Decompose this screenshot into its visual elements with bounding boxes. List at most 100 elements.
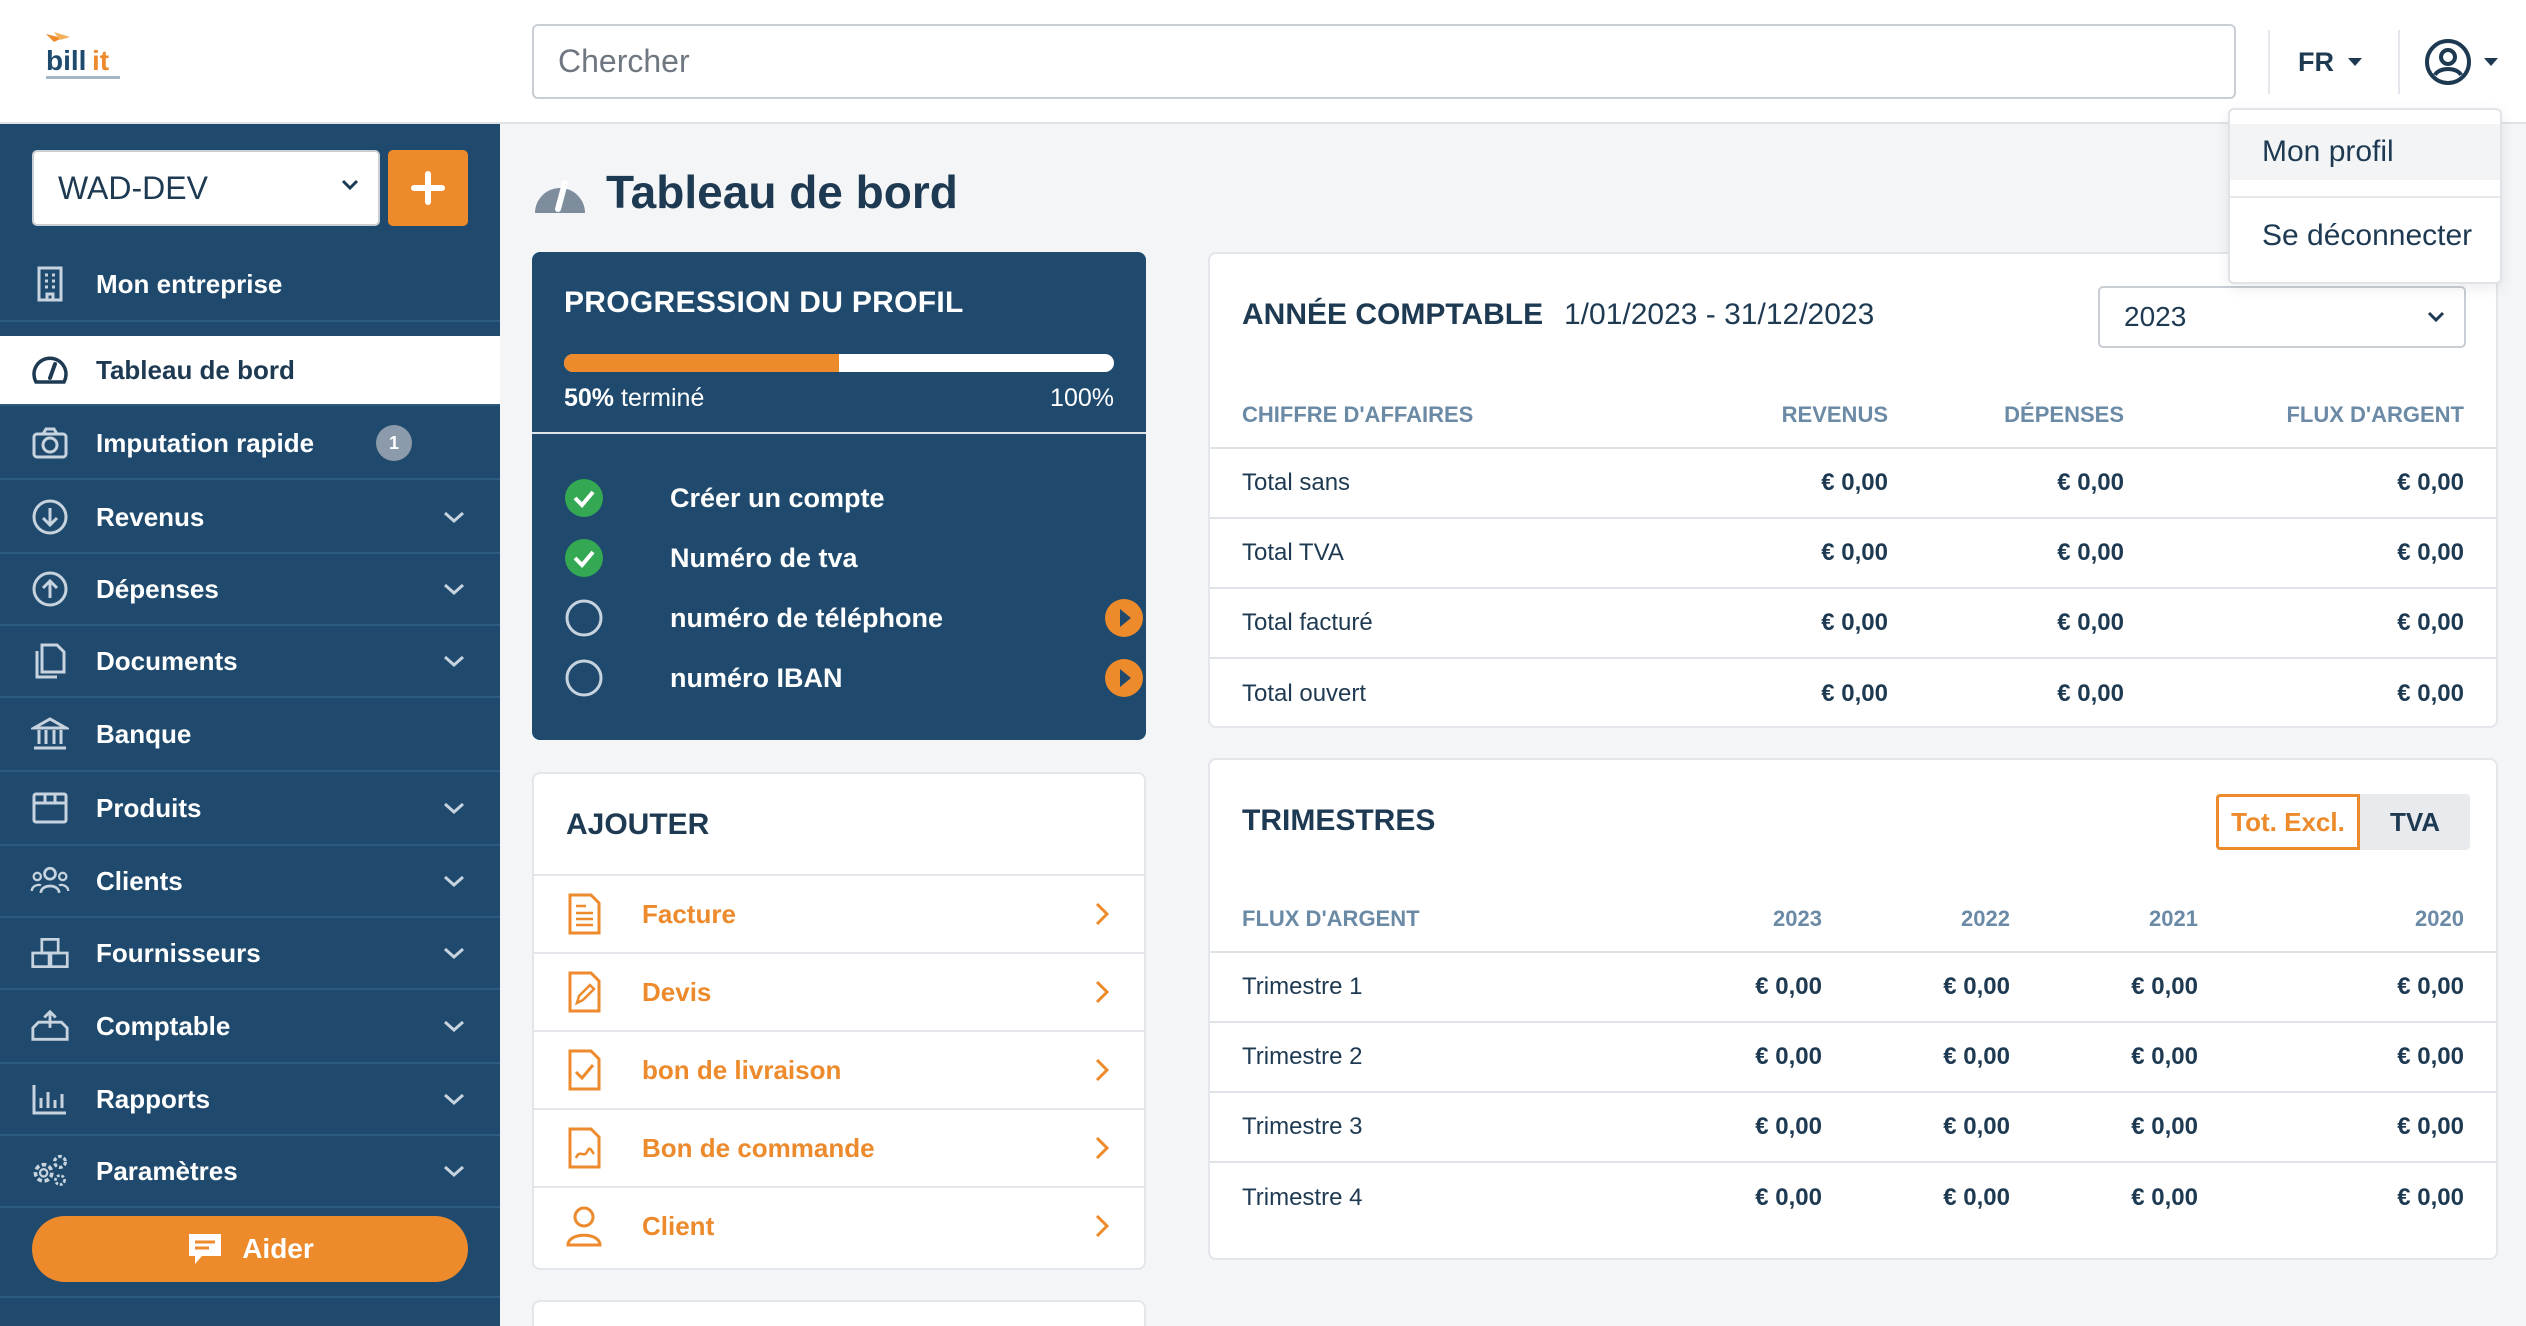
table-cell: € 0,00 (1920, 588, 2156, 659)
divider (0, 1296, 500, 1298)
progress-percent: 50% (564, 384, 615, 412)
sidebar-item-documents[interactable]: Documents (0, 626, 500, 698)
sidebar-item-depenses[interactable]: Dépenses (0, 554, 500, 626)
user-dropdown: Mon profil Se déconnecter (2228, 108, 2502, 284)
sidebar-item-label: Fournisseurs (96, 937, 261, 968)
plus-icon (411, 171, 445, 205)
selected-year: 2023 (2124, 301, 2187, 332)
sidebar-item-banque[interactable]: Banque (0, 698, 500, 772)
add-item-bon-de-livraison[interactable]: bon de livraison (534, 1030, 1144, 1108)
chevron-right-icon (1095, 902, 1110, 926)
menu-item-profile[interactable]: Mon profil (2230, 124, 2500, 180)
add-button[interactable] (388, 150, 468, 226)
column-header: REVENUS (1690, 382, 1920, 449)
svg-text:it: it (92, 45, 109, 76)
table-cell: € 0,00 (1854, 952, 2042, 1023)
table-header-row: CHIFFRE D'AFFAIRES REVENUS DÉPENSES FLUX… (1210, 382, 2496, 449)
card-title: PROGRESSION DU PROFIL (564, 286, 964, 319)
table-cell: € 0,00 (1690, 518, 1920, 589)
sidebar-item-comptable[interactable]: Comptable (0, 990, 500, 1064)
documents-icon (30, 641, 70, 681)
year-select[interactable]: 2023 (2098, 286, 2466, 348)
count-badge: 1 (376, 425, 412, 461)
amount-toggle: Tot. Excl. TVA (2216, 794, 2470, 850)
gauge-icon (30, 350, 70, 390)
column-header: 2021 (2042, 886, 2230, 953)
sidebar-item-produits[interactable]: Produits (0, 772, 500, 846)
search-input[interactable] (532, 24, 2236, 99)
chevron-down-icon (444, 802, 464, 815)
invoice-icon (568, 893, 601, 935)
user-menu-toggle[interactable] (2424, 36, 2498, 88)
table-cell: € 0,00 (2397, 1183, 2464, 1211)
sidebar-item-label: Comptable (96, 1010, 231, 1041)
progress-max: 100% (1050, 384, 1114, 412)
sidebar-item-imputation-rapide[interactable]: Imputation rapide 1 (0, 408, 500, 480)
table-cell: € 0,00 (1854, 1092, 2042, 1163)
add-item-bon-de-commande[interactable]: Bon de commande (534, 1108, 1144, 1186)
progress-step: Créer un compte (564, 476, 1124, 520)
progress-step: Numéro de tva (564, 536, 1124, 580)
sidebar-item-label: Rapports (96, 1083, 211, 1114)
camera-icon (30, 423, 70, 463)
help-button[interactable]: Aider (32, 1216, 468, 1282)
table-cell: € 0,00 (2230, 1022, 2496, 1093)
sidebar-item-revenus[interactable]: Revenus (0, 482, 500, 554)
sidebar-item-label: Paramètres (96, 1155, 238, 1186)
add-item-client[interactable]: Client (534, 1186, 1144, 1264)
language-selector[interactable]: FR (2298, 40, 2362, 84)
column-header: CHIFFRE D'AFFAIRES (1210, 382, 1690, 449)
company-name: WAD-DEV (58, 169, 208, 206)
sidebar-item-clients[interactable]: Clients (0, 846, 500, 918)
divider (2398, 30, 2400, 94)
progress-status: 50% terminé (564, 384, 704, 413)
row-label: Trimestre 2 (1210, 1022, 1650, 1093)
toggle-tot-excl[interactable]: Tot. Excl. (2216, 794, 2360, 850)
table-cell: € 0,00 (1920, 518, 2156, 589)
card-title: AJOUTER (566, 808, 710, 841)
chevron-right-icon (1095, 980, 1110, 1004)
menu-item-logout[interactable]: Se déconnecter (2230, 208, 2500, 264)
play-circle-icon[interactable] (1104, 598, 1144, 638)
top-bar: bill it FR (0, 0, 2526, 124)
gears-icon (30, 1151, 70, 1191)
add-item-devis[interactable]: Devis (534, 952, 1144, 1030)
sidebar-item-mon-entreprise[interactable]: Mon entreprise (0, 248, 500, 322)
play-circle-icon[interactable] (1104, 658, 1144, 698)
table-row: Trimestre 2 € 0,00 € 0,00 € 0,00 € 0,00 (1210, 1022, 2496, 1093)
chat-icon (189, 1234, 222, 1264)
company-select[interactable]: WAD-DEV (32, 150, 380, 226)
page-title: Tableau de bord (606, 166, 958, 218)
fiscal-year-card: ANNÉE COMPTABLE 1/01/2023 - 31/12/2023 2… (1208, 252, 2498, 728)
table-cell: € 0,00 (1920, 448, 2156, 519)
sidebar-item-label: Dépenses (96, 573, 219, 604)
add-card: AJOUTER Facture Devis bon de livraison B… (532, 772, 1146, 1270)
svg-text:bill: bill (46, 45, 86, 76)
chevron-down-icon (2427, 311, 2445, 323)
person-icon (566, 1206, 602, 1247)
language-label: FR (2298, 46, 2334, 77)
table-cell: € 0,00 (2156, 518, 2496, 589)
chevron-down-icon (444, 947, 464, 960)
table-cell: € 0,00 (2230, 952, 2496, 1023)
sidebar-item-rapports[interactable]: Rapports (0, 1064, 500, 1136)
bank-icon (30, 714, 70, 754)
sidebar-item-fournisseurs[interactable]: Fournisseurs (0, 918, 500, 990)
row-label: Total ouvert (1242, 679, 1367, 707)
table-cell: € 0,00 (2042, 952, 2230, 1023)
chevron-down-icon (444, 655, 464, 668)
billit-logo[interactable]: bill it (40, 28, 130, 88)
sidebar-item-tableau-de-bord[interactable]: Tableau de bord (0, 336, 500, 406)
page-header: Tableau de bord (532, 162, 958, 222)
add-item-label: Client (642, 1210, 715, 1241)
step-label: numéro IBAN (670, 662, 843, 693)
add-item-facture[interactable]: Facture (534, 874, 1144, 952)
row-label: Total sans (1210, 448, 1690, 519)
sidebar-item-parametres[interactable]: Paramètres (0, 1136, 500, 1208)
add-item-label: bon de livraison (642, 1054, 842, 1085)
toggle-tva[interactable]: TVA (2360, 794, 2470, 850)
sidebar: WAD-DEV Mon entreprise Tableau de bord I… (0, 124, 500, 1326)
caret-down-icon (2484, 58, 2498, 66)
quote-edit-icon (568, 971, 601, 1013)
box-icon (30, 788, 70, 828)
